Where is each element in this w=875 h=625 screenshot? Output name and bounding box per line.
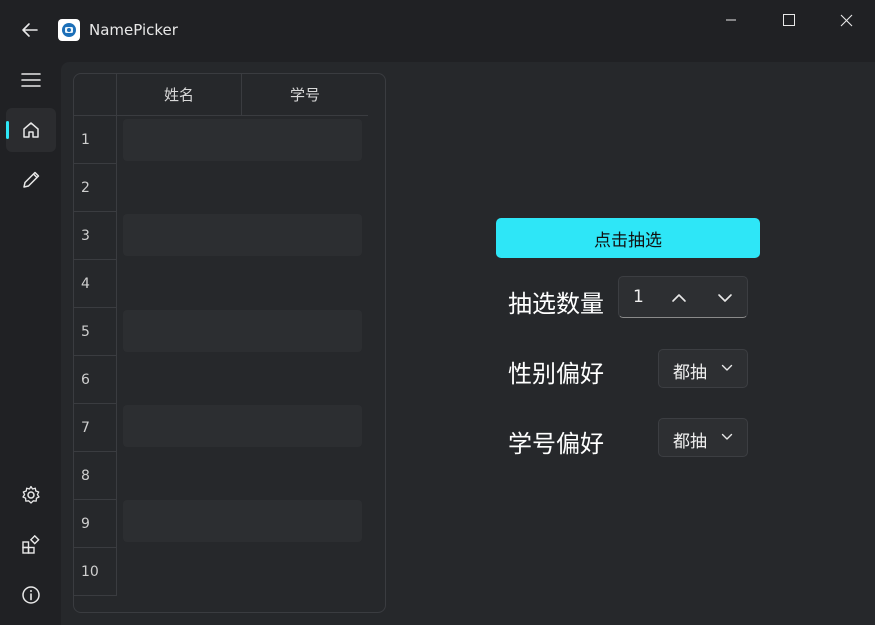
table-corner [74, 74, 117, 116]
row-number[interactable]: 6 [74, 356, 117, 404]
row-number[interactable]: 10 [74, 548, 117, 596]
row-number[interactable]: 8 [74, 452, 117, 500]
id-preference-value: 都抽 [673, 432, 707, 452]
app-window: NamePicker 姓名 学号 1 2 3 4 5 6 7 8 9 10 点击… [0, 0, 875, 625]
chevron-down-icon [719, 429, 735, 445]
nav-home[interactable] [6, 108, 56, 152]
chevron-up-icon [672, 294, 686, 302]
menu-toggle-button[interactable] [6, 58, 56, 102]
column-header-name[interactable]: 姓名 [117, 74, 242, 116]
increment-button[interactable] [665, 284, 693, 312]
gear-icon [22, 485, 40, 504]
row-number[interactable]: 1 [74, 116, 117, 164]
gender-preference-value: 都抽 [673, 363, 707, 383]
row-number[interactable]: 2 [74, 164, 117, 212]
info-icon [22, 586, 40, 604]
gender-preference-select[interactable]: 都抽 [658, 349, 748, 388]
chevron-down-icon [719, 360, 735, 376]
minimize-button[interactable] [702, 0, 760, 40]
table-row[interactable] [123, 500, 362, 542]
names-table: 姓名 学号 1 2 3 4 5 6 7 8 9 10 [73, 73, 386, 613]
gender-preference-label: 性别偏好 [508, 360, 604, 388]
nav-plugins[interactable] [6, 523, 56, 567]
close-button[interactable] [817, 0, 875, 40]
count-label: 抽选数量 [508, 290, 604, 318]
title-bar: NamePicker [0, 0, 875, 62]
app-title: NamePicker [89, 21, 178, 39]
maximize-icon [783, 14, 795, 26]
draw-button[interactable]: 点击抽选 [496, 218, 760, 258]
back-button[interactable] [14, 14, 46, 46]
nav-settings[interactable] [6, 473, 56, 517]
close-icon [840, 14, 852, 26]
apps-icon [22, 535, 40, 554]
count-value[interactable]: 1 [633, 287, 644, 307]
app-logo-icon [58, 19, 80, 41]
maximize-button[interactable] [760, 0, 818, 40]
table-row[interactable] [123, 214, 362, 256]
minimize-icon [726, 19, 736, 21]
column-header-id[interactable]: 学号 [242, 74, 368, 116]
count-stepper[interactable]: 1 [618, 276, 748, 318]
active-indicator [6, 121, 9, 139]
home-icon [23, 122, 39, 138]
pencil-icon [23, 171, 40, 188]
nav-edit[interactable] [6, 158, 56, 202]
chevron-down-icon [718, 294, 732, 302]
table-row[interactable] [123, 405, 362, 447]
row-number[interactable]: 9 [74, 500, 117, 548]
id-preference-select[interactable]: 都抽 [658, 418, 748, 457]
row-number[interactable]: 7 [74, 404, 117, 452]
arrow-left-icon [22, 23, 38, 37]
row-number[interactable]: 3 [74, 212, 117, 260]
id-preference-label: 学号偏好 [508, 430, 604, 458]
hamburger-menu-icon [21, 73, 41, 87]
table-row[interactable] [123, 119, 362, 161]
row-number[interactable]: 5 [74, 308, 117, 356]
table-row[interactable] [123, 310, 362, 352]
main-content: 姓名 学号 1 2 3 4 5 6 7 8 9 10 点击抽选 抽选数量 1 性… [61, 62, 875, 625]
row-number[interactable]: 4 [74, 260, 117, 308]
decrement-button[interactable] [711, 284, 739, 312]
nav-about[interactable] [6, 573, 56, 617]
